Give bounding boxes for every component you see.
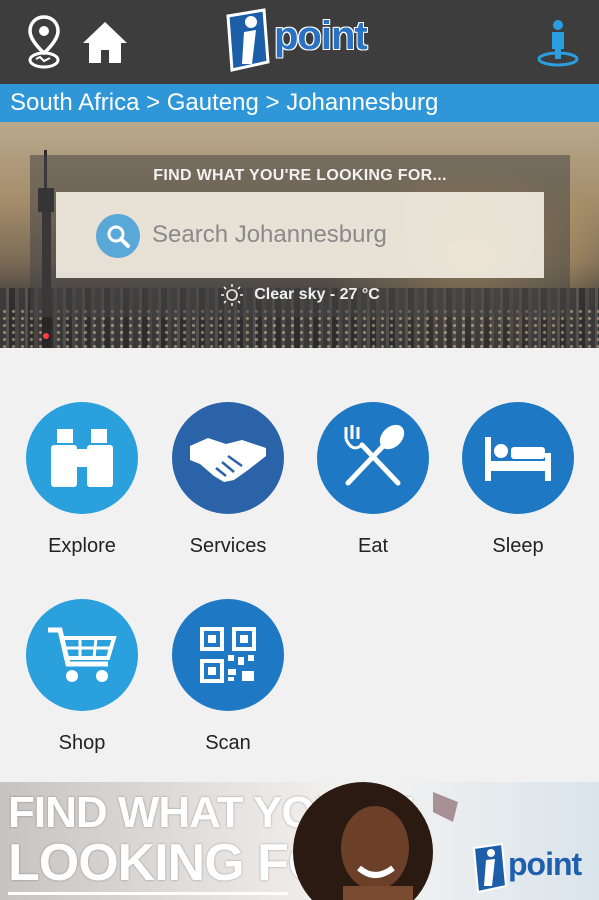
person-location-icon[interactable] xyxy=(535,12,581,72)
top-bar: point xyxy=(0,0,599,84)
fork-spoon-icon[interactable] xyxy=(317,402,429,514)
location-pin-icon[interactable] xyxy=(22,12,66,72)
weather-text: Clear sky - 27 °C xyxy=(254,286,380,303)
tile-label: Explore xyxy=(48,535,116,557)
woman-photo xyxy=(293,782,458,900)
tile-sleep[interactable]: Sleep xyxy=(453,402,583,558)
handshake-icon[interactable] xyxy=(172,402,284,514)
tile-shop[interactable]: Shop xyxy=(17,599,147,755)
tile-label: Sleep xyxy=(492,535,544,557)
search-box[interactable] xyxy=(56,192,544,278)
weather-status: Clear sky - 27 °C xyxy=(30,283,570,307)
tile-label: Services xyxy=(189,535,267,557)
tile-scan[interactable]: Scan xyxy=(163,599,293,755)
tile-label: Scan xyxy=(205,732,251,754)
ad-banner[interactable]: FIND WHAT YOU'RE LOOKING FOR... point xyxy=(0,782,599,900)
banner-logo-text: point xyxy=(508,846,582,882)
search-icon[interactable] xyxy=(96,214,140,258)
sun-icon xyxy=(221,284,244,306)
tile-services[interactable]: Services xyxy=(163,402,293,558)
qr-code-icon[interactable] xyxy=(172,599,284,711)
bed-icon[interactable] xyxy=(462,402,574,514)
tile-label: Shop xyxy=(58,732,106,754)
search-heading: FIND WHAT YOU'RE LOOKING FOR... xyxy=(153,167,447,184)
binoculars-icon[interactable] xyxy=(26,402,138,514)
tile-explore[interactable]: Explore xyxy=(17,402,147,558)
banner-logo: point xyxy=(470,842,590,898)
tile-eat[interactable]: Eat xyxy=(308,402,438,558)
ipoint-logo[interactable]: point xyxy=(222,8,374,78)
breadcrumb[interactable]: South Africa > Gauteng > Johannesburg xyxy=(0,84,599,122)
logo-text: point xyxy=(274,14,368,58)
home-icon[interactable] xyxy=(80,12,130,72)
category-grid: Explore Services Eat Sleep Shop Scan xyxy=(0,348,599,782)
ad-underline xyxy=(8,892,288,895)
tile-label: Eat xyxy=(357,535,389,557)
search-input[interactable] xyxy=(152,212,512,258)
cart-icon[interactable] xyxy=(26,599,138,711)
